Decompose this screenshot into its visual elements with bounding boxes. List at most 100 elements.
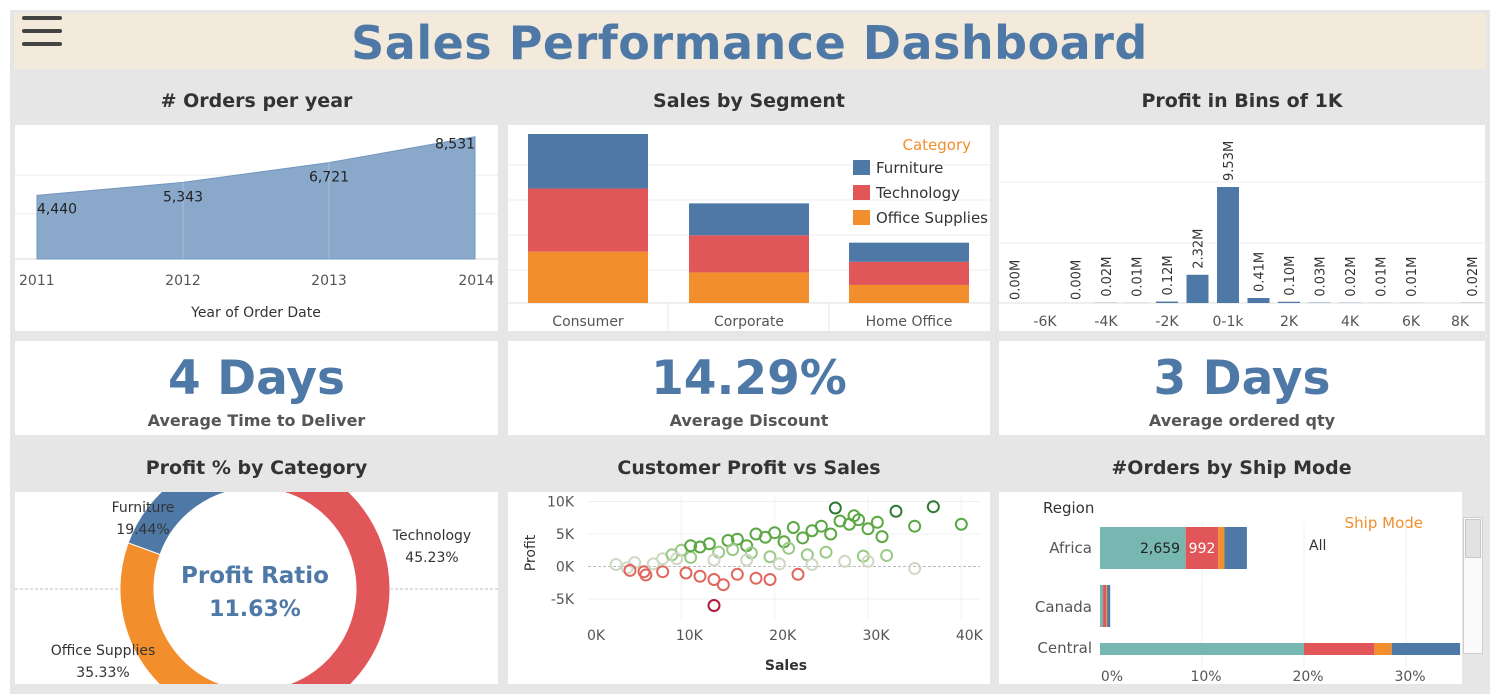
data-label: 8,531 <box>435 137 475 153</box>
profit-bins-chart[interactable]: 0.00M 0.00M 0.02M 0.01M 0.12M 2.32M 9.53M 0.41M… <box>999 125 1485 331</box>
scatter-point <box>639 568 653 582</box>
scatter-point <box>730 567 744 581</box>
sales-by-segment-chart[interactable]: Consumer Corporate Home Office Category Furn… <box>508 125 990 331</box>
segment-bar <box>849 284 969 303</box>
segment-bar <box>528 134 648 189</box>
scrollbar-thumb[interactable] <box>1465 519 1481 558</box>
data-label: 6,721 <box>309 170 349 186</box>
x-tick-label: 20% <box>1292 669 1323 684</box>
data-label: 5,343 <box>163 189 203 205</box>
x-tick-label: Corporate <box>714 314 784 330</box>
scatter-point <box>889 504 903 518</box>
slice-label-value: 19.44% <box>116 522 169 538</box>
data-label: 2.32M <box>1192 229 1207 269</box>
orders-ship-mode-panel: Region Ship Mode All Africa 2,659 992 Canada Ce… <box>999 492 1462 684</box>
x-tick-label: 6K <box>1402 314 1421 330</box>
scatter-point <box>814 519 828 533</box>
orders-ship-mode-chart[interactable]: Region Ship Mode All Africa 2,659 992 Canada Ce… <box>999 492 1462 684</box>
scatter-point <box>880 548 894 562</box>
x-tick-label: 0K <box>587 628 606 644</box>
data-label: 0.01M <box>1131 257 1146 297</box>
data-label: 0.00M <box>1070 260 1085 300</box>
histogram-bar <box>1247 298 1270 303</box>
ship-mode-bar <box>1106 585 1108 627</box>
x-tick-label: 2K <box>1280 314 1299 330</box>
legend-title: Ship Mode <box>1345 514 1423 532</box>
y-tick-label: 5K <box>556 527 575 543</box>
y-tick-label: 10K <box>547 495 575 511</box>
scatter-point <box>819 545 833 559</box>
scatter-point <box>684 550 698 564</box>
y-axis-title: Profit <box>523 534 539 571</box>
segment-label: 2,659 <box>1140 541 1180 557</box>
segment-bar <box>528 251 648 303</box>
x-tick-label: 8K <box>1451 314 1470 330</box>
scatter-point <box>870 515 884 529</box>
histogram-bar <box>1278 301 1300 303</box>
segment-label: 992 <box>1189 541 1216 557</box>
profit-by-category-title: Profit % by Category <box>145 457 368 479</box>
legend-swatch <box>853 160 870 175</box>
x-tick-label: 0-1k <box>1213 314 1245 330</box>
data-label: 4,440 <box>37 201 77 217</box>
ship-mode-bar <box>1224 527 1247 569</box>
data-label: 0.10M <box>1283 256 1298 296</box>
ship-mode-scrollbar[interactable] <box>1463 517 1483 654</box>
legend-label: Furniture <box>876 159 943 177</box>
slice-label-value: 45.23% <box>405 550 458 566</box>
scatter-point <box>763 573 777 586</box>
x-tick-label: 2011 <box>19 273 55 289</box>
customer-profit-sales-chart[interactable]: 10K 5K 0K -5K 0K 10K 20K 30K 40K Sales Profit <box>508 492 990 684</box>
ship-mode-bar <box>1374 643 1392 655</box>
scatter-point <box>772 557 786 571</box>
orders-per-year-chart[interactable]: 4,440 5,343 6,721 8,531 2011 2012 2013 2014 Year… <box>15 125 498 331</box>
kpi-discount-label: Average Discount <box>669 411 829 430</box>
data-label: 0.00M <box>1009 260 1024 300</box>
data-label: 0.01M <box>1405 257 1420 297</box>
customer-profit-sales-panel: 10K 5K 0K -5K 0K 10K 20K 30K 40K Sales Profit <box>508 492 990 684</box>
scatter-point <box>749 571 763 585</box>
orders-per-year-title: # Orders per year <box>160 90 353 112</box>
kpi-deliver-label: Average Time to Deliver <box>147 411 366 430</box>
x-tick-label: 30% <box>1394 669 1425 684</box>
slice-label-name: Technology <box>392 528 471 544</box>
scatter-point <box>656 565 670 579</box>
segment-bar <box>689 272 809 303</box>
ship-mode-bar <box>1218 527 1225 569</box>
ship-mode-bar <box>1391 643 1461 655</box>
scatter-point <box>908 561 922 575</box>
y-tick-label: -5K <box>551 592 575 608</box>
data-label: 0.41M <box>1253 252 1268 292</box>
segment-bar <box>849 242 969 262</box>
region-label: Central <box>1037 639 1092 657</box>
x-tick-label: 4K <box>1341 314 1360 330</box>
region-label: Canada <box>1035 598 1092 616</box>
data-label: 9.53M <box>1222 141 1237 181</box>
legend-all: All <box>1309 538 1326 554</box>
legend-swatch <box>853 185 870 200</box>
slice-label-name: Furniture <box>112 500 175 516</box>
scatter-point <box>716 578 730 592</box>
x-tick-label: 10% <box>1190 669 1221 684</box>
slice-label-name: Office Supplies <box>51 643 156 659</box>
sales-by-segment-panel: Consumer Corporate Home Office Category Furn… <box>508 125 990 331</box>
data-label: 0.02M <box>1100 257 1115 297</box>
kpi-discount-value: 14.29% <box>651 351 847 406</box>
x-tick-label: 40K <box>956 628 984 644</box>
segment-bar <box>528 188 648 252</box>
x-tick-label: -6K <box>1033 314 1057 330</box>
orders-area <box>36 136 476 260</box>
x-tick-label: -2K <box>1155 314 1179 330</box>
profit-by-category-chart[interactable]: Profit Ratio 11.63% Technology 45.23% Office… <box>15 492 498 684</box>
scatter-point <box>908 519 922 533</box>
segment-bar <box>849 261 969 285</box>
profit-bins-panel: 0.00M 0.00M 0.02M 0.01M 0.12M 2.32M 9.53M 0.41M… <box>999 125 1485 331</box>
ship-mode-bar <box>1103 585 1107 627</box>
data-label: 0.01M <box>1375 257 1390 297</box>
scatter-point <box>875 530 889 544</box>
profit-ratio-title: Profit Ratio <box>181 563 329 589</box>
x-tick-label: -4K <box>1094 314 1118 330</box>
scatter-point <box>791 567 805 581</box>
x-tick-label: 0% <box>1101 669 1123 684</box>
region-label: Africa <box>1049 539 1092 557</box>
